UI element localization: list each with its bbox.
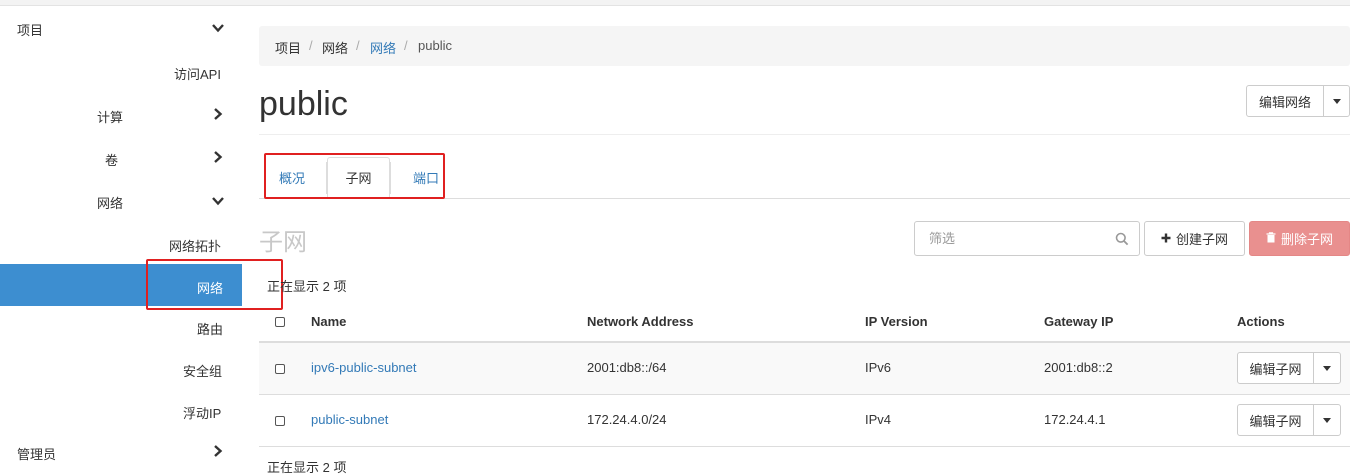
tab-subnets[interactable]: 子网 — [327, 157, 390, 198]
tabs-divider — [259, 198, 1350, 199]
row-checkbox[interactable] — [275, 416, 285, 426]
tab-separator — [390, 162, 391, 194]
breadcrumb-item-network[interactable]: 网络 — [322, 38, 348, 57]
chevron-down-icon — [211, 194, 225, 208]
sidebar-item-project[interactable]: 项目 — [0, 6, 242, 48]
sidebar-item-network-topology[interactable]: 网络拓扑 — [0, 222, 242, 264]
gateway-ip-cell: 2001:db8::2 — [1044, 360, 1113, 375]
gateway-ip-cell: 172.24.4.1 — [1044, 412, 1106, 427]
column-header-ip-version[interactable]: IP Version — [865, 314, 928, 329]
sidebar-item-label: 安全组 — [183, 364, 223, 379]
breadcrumb-item-current: public — [418, 38, 452, 53]
page-title: public — [259, 85, 348, 123]
chevron-down-icon — [211, 21, 225, 35]
create-subnet-button[interactable]: 创建子网 — [1144, 221, 1245, 256]
sidebar-item-label: 网络 — [197, 281, 224, 296]
ip-version-cell: IPv6 — [865, 360, 892, 375]
sidebar-item-label: 卷 — [105, 153, 119, 168]
divider — [259, 134, 1350, 135]
sidebar-item-access-api[interactable]: 访问API — [0, 50, 242, 92]
select-all-checkbox[interactable] — [275, 317, 285, 327]
network-address-cell: 172.24.4.0/24 — [587, 412, 667, 427]
table-row: public-subnet 172.24.4.0/24 IPv4 172.24.… — [259, 395, 1350, 447]
subnet-name-link[interactable]: public-subnet — [311, 412, 388, 427]
sidebar-item-security-groups[interactable]: 安全组 — [0, 348, 242, 390]
sidebar-item-network[interactable]: 网络 — [0, 179, 242, 221]
breadcrumb-item-project[interactable]: 项目 — [275, 38, 301, 57]
delete-subnet-label: 删除子网 — [1280, 232, 1333, 247]
tab-overview[interactable]: 概况 — [266, 157, 318, 198]
sidebar-item-label: 管理员 — [17, 447, 57, 462]
table-row: ipv6-public-subnet 2001:db8::/64 IPv6 20… — [259, 343, 1350, 395]
row-actions-dropdown-toggle[interactable] — [1313, 404, 1341, 436]
sidebar-item-label: 路由 — [197, 322, 224, 337]
filter-input[interactable] — [927, 230, 1111, 247]
network-address-cell: 2001:db8::/64 — [587, 360, 667, 375]
item-count: 正在显示 2 项 — [267, 279, 347, 294]
sidebar-item-admin[interactable]: 管理员 — [0, 430, 242, 472]
column-header-actions: Actions — [1237, 314, 1285, 329]
row-actions-dropdown-toggle[interactable] — [1313, 352, 1341, 384]
column-header-name[interactable]: Name — [311, 314, 346, 329]
edit-subnet-button[interactable]: 编辑子网 — [1237, 404, 1314, 436]
subnet-name-link[interactable]: ipv6-public-subnet — [311, 360, 417, 375]
sidebar-item-routers[interactable]: 路由 — [0, 306, 242, 348]
edit-subnet-button[interactable]: 编辑子网 — [1237, 352, 1314, 384]
sidebar-item-label: 计算 — [97, 110, 124, 125]
column-header-gateway-ip[interactable]: Gateway IP — [1044, 314, 1113, 329]
breadcrumb-separator: / — [309, 38, 313, 53]
sidebar-item-label: 项目 — [17, 23, 44, 38]
trash-icon — [1266, 231, 1276, 246]
breadcrumb-separator: / — [356, 38, 360, 53]
breadcrumb-separator: / — [404, 38, 408, 53]
breadcrumb: 项目 / 网络 / 网络 / public — [259, 26, 1350, 66]
edit-network-button[interactable]: 编辑网络 — [1246, 85, 1324, 117]
section-title: 子网 — [259, 229, 307, 256]
sidebar-item-networks[interactable]: 网络 — [0, 264, 242, 306]
plus-icon — [1161, 231, 1171, 246]
sidebar-item-label: 访问API — [174, 67, 221, 82]
sidebar-item-label: 网络拓扑 — [169, 239, 222, 254]
sidebar-item-floating-ips[interactable]: 浮动IP — [0, 390, 242, 432]
sidebar: 项目 访问API 计算 卷 网络 网络拓扑 网络 路由 安全组 浮动IP 管理员 — [0, 6, 242, 469]
search-icon[interactable] — [1115, 232, 1129, 249]
chevron-right-icon — [211, 444, 225, 458]
sidebar-item-label: 网络 — [97, 196, 124, 211]
row-checkbox[interactable] — [275, 364, 285, 374]
item-count-footer: 正在显示 2 项 — [267, 460, 347, 475]
caret-down-icon — [1332, 98, 1341, 104]
sidebar-item-compute[interactable]: 计算 — [0, 93, 242, 135]
caret-down-icon — [1323, 417, 1331, 423]
filter-field[interactable] — [914, 221, 1140, 256]
ip-version-cell: IPv4 — [865, 412, 892, 427]
delete-subnet-button[interactable]: 删除子网 — [1249, 221, 1350, 256]
chevron-right-icon — [211, 107, 225, 121]
column-header-network-address[interactable]: Network Address — [587, 314, 693, 329]
create-subnet-label: 创建子网 — [1175, 232, 1228, 247]
sidebar-item-volumes[interactable]: 卷 — [0, 136, 242, 178]
breadcrumb-item-networks[interactable]: 网络 — [370, 38, 396, 57]
edit-network-dropdown-toggle[interactable] — [1323, 85, 1350, 117]
chevron-right-icon — [211, 150, 225, 164]
caret-down-icon — [1323, 365, 1331, 371]
sidebar-item-label: 浮动IP — [183, 406, 222, 421]
tab-ports[interactable]: 端口 — [400, 157, 452, 198]
